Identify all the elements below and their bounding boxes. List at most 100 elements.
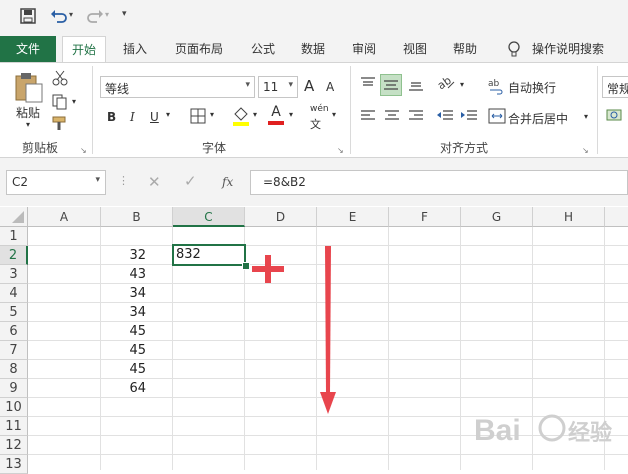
enter-icon[interactable]: ✓ [184, 172, 197, 190]
alignment-launcher-icon[interactable]: ↘ [582, 146, 589, 155]
row-header-5[interactable]: 5 [0, 303, 28, 322]
format-painter-icon[interactable] [52, 116, 70, 135]
merge-center-icon[interactable] [488, 108, 506, 127]
paste-icon[interactable] [14, 72, 44, 107]
font-launcher-icon[interactable]: ↘ [337, 146, 344, 155]
decrease-indent-icon[interactable] [436, 109, 454, 126]
align-left-icon[interactable] [360, 109, 376, 126]
cell-b3[interactable]: 43 [101, 265, 146, 284]
column-header-d[interactable]: D [245, 207, 317, 227]
font-name-value: 等线 [105, 82, 130, 96]
undo-dropdown-icon[interactable]: ▾ [69, 10, 73, 19]
paste-dropdown-icon[interactable]: ▾ [26, 120, 30, 129]
column-header-e[interactable]: E [317, 207, 389, 227]
row-header-7[interactable]: 7 [0, 341, 28, 360]
paste-label[interactable]: 粘贴 [16, 104, 40, 121]
tab-formulas[interactable]: 公式 [251, 36, 275, 62]
fill-color-icon[interactable] [232, 106, 250, 129]
column-header-g[interactable]: G [461, 207, 533, 227]
clipboard-launcher-icon[interactable]: ↘ [80, 146, 87, 155]
align-top-icon[interactable] [360, 76, 376, 95]
number-format-select[interactable]: 常规 [602, 76, 628, 98]
copy-dropdown-icon[interactable]: ▾ [72, 97, 76, 106]
fill-handle[interactable] [242, 262, 250, 270]
cell-b9[interactable]: 64 [101, 379, 146, 398]
customize-qat-icon[interactable]: ▾ [122, 9, 127, 19]
name-box[interactable]: C2 ▾ [6, 170, 106, 195]
column-header-h[interactable]: H [533, 207, 605, 227]
tab-review[interactable]: 审阅 [352, 36, 376, 62]
column-header-a[interactable]: A [28, 207, 101, 227]
merge-center-label[interactable]: 合并后居中 [508, 110, 568, 127]
undo-icon[interactable] [50, 8, 68, 28]
row-header-12[interactable]: 12 [0, 436, 28, 455]
cell-b2[interactable]: 32 [101, 246, 146, 265]
border-icon[interactable] [190, 108, 206, 127]
redo-icon[interactable] [86, 8, 104, 28]
align-right-icon[interactable] [408, 109, 424, 126]
wrap-text-icon[interactable]: ab [488, 77, 504, 98]
font-color-icon[interactable]: A [268, 104, 284, 120]
phonetic-guide-icon[interactable]: wén [310, 104, 329, 114]
cancel-icon[interactable]: ✕ [148, 173, 161, 191]
select-all-corner[interactable] [0, 207, 28, 227]
font-size-select[interactable]: 11 ▾ [258, 76, 298, 98]
cell-b7[interactable]: 45 [101, 341, 146, 360]
shrink-font-icon[interactable]: A [326, 80, 334, 94]
cell-b8[interactable]: 45 [101, 360, 146, 379]
cut-icon[interactable] [52, 70, 68, 89]
cell-b4[interactable]: 34 [101, 284, 146, 303]
phonetic-dropdown-icon[interactable]: ▾ [332, 110, 336, 119]
underline-button[interactable]: U [150, 110, 159, 124]
italic-button[interactable]: I [130, 110, 135, 124]
save-icon[interactable] [20, 8, 36, 28]
increase-indent-icon[interactable] [460, 109, 478, 126]
bold-button[interactable]: B [107, 110, 116, 124]
column-header-c[interactable]: C [173, 207, 245, 227]
column-header-f[interactable]: F [389, 207, 461, 227]
orientation-icon[interactable]: ab [435, 74, 456, 95]
redo-dropdown-icon[interactable]: ▾ [105, 10, 109, 19]
row-header-13[interactable]: 13 [0, 455, 28, 474]
row-header-1[interactable]: 1 [0, 227, 28, 246]
currency-format-icon[interactable] [606, 107, 624, 126]
border-dropdown-icon[interactable]: ▾ [210, 110, 214, 119]
row-header-2[interactable]: 2 [0, 246, 28, 265]
active-cell-c2[interactable]: 832 [172, 244, 246, 266]
tell-me-search[interactable]: 操作说明搜索 [532, 36, 604, 62]
align-center-icon[interactable] [384, 109, 400, 126]
align-bottom-icon[interactable] [408, 76, 424, 95]
column-header-b[interactable]: B [101, 207, 173, 227]
row-header-6[interactable]: 6 [0, 322, 28, 341]
insert-function-button[interactable]: fx [222, 175, 233, 189]
column-header-partial[interactable] [605, 207, 628, 227]
formula-input[interactable]: =8&B2 [250, 170, 628, 195]
orientation-dropdown-icon[interactable]: ▾ [460, 80, 464, 89]
formula-bar-grip-icon: ⋮ [118, 174, 129, 187]
row-header-8[interactable]: 8 [0, 360, 28, 379]
row-header-3[interactable]: 3 [0, 265, 28, 284]
row-header-9[interactable]: 9 [0, 379, 28, 398]
merge-dropdown-icon[interactable]: ▾ [584, 112, 588, 121]
tab-data[interactable]: 数据 [301, 36, 325, 62]
row-header-4[interactable]: 4 [0, 284, 28, 303]
tab-home[interactable]: 开始 [62, 36, 106, 63]
cell-b6[interactable]: 45 [101, 322, 146, 341]
quick-access-toolbar: ▾ ▾ ▾ [0, 0, 628, 36]
copy-icon[interactable] [52, 94, 68, 113]
font-color-dropdown-icon[interactable]: ▾ [289, 110, 293, 119]
cell-b5[interactable]: 34 [101, 303, 146, 322]
wrap-text-label[interactable]: 自动换行 [508, 79, 556, 96]
tab-insert[interactable]: 插入 [123, 36, 147, 62]
row-header-10[interactable]: 10 [0, 398, 28, 417]
grow-font-icon[interactable]: A [304, 77, 314, 95]
font-name-select[interactable]: 等线 ▾ [100, 76, 255, 98]
align-middle-button[interactable] [380, 74, 402, 96]
underline-dropdown-icon[interactable]: ▾ [166, 110, 170, 119]
tab-file[interactable]: 文件 [0, 36, 56, 62]
row-header-11[interactable]: 11 [0, 417, 28, 436]
tab-help[interactable]: 帮助 [453, 36, 477, 62]
tab-view[interactable]: 视图 [403, 36, 427, 62]
tab-page-layout[interactable]: 页面布局 [175, 36, 223, 62]
fill-dropdown-icon[interactable]: ▾ [253, 110, 257, 119]
